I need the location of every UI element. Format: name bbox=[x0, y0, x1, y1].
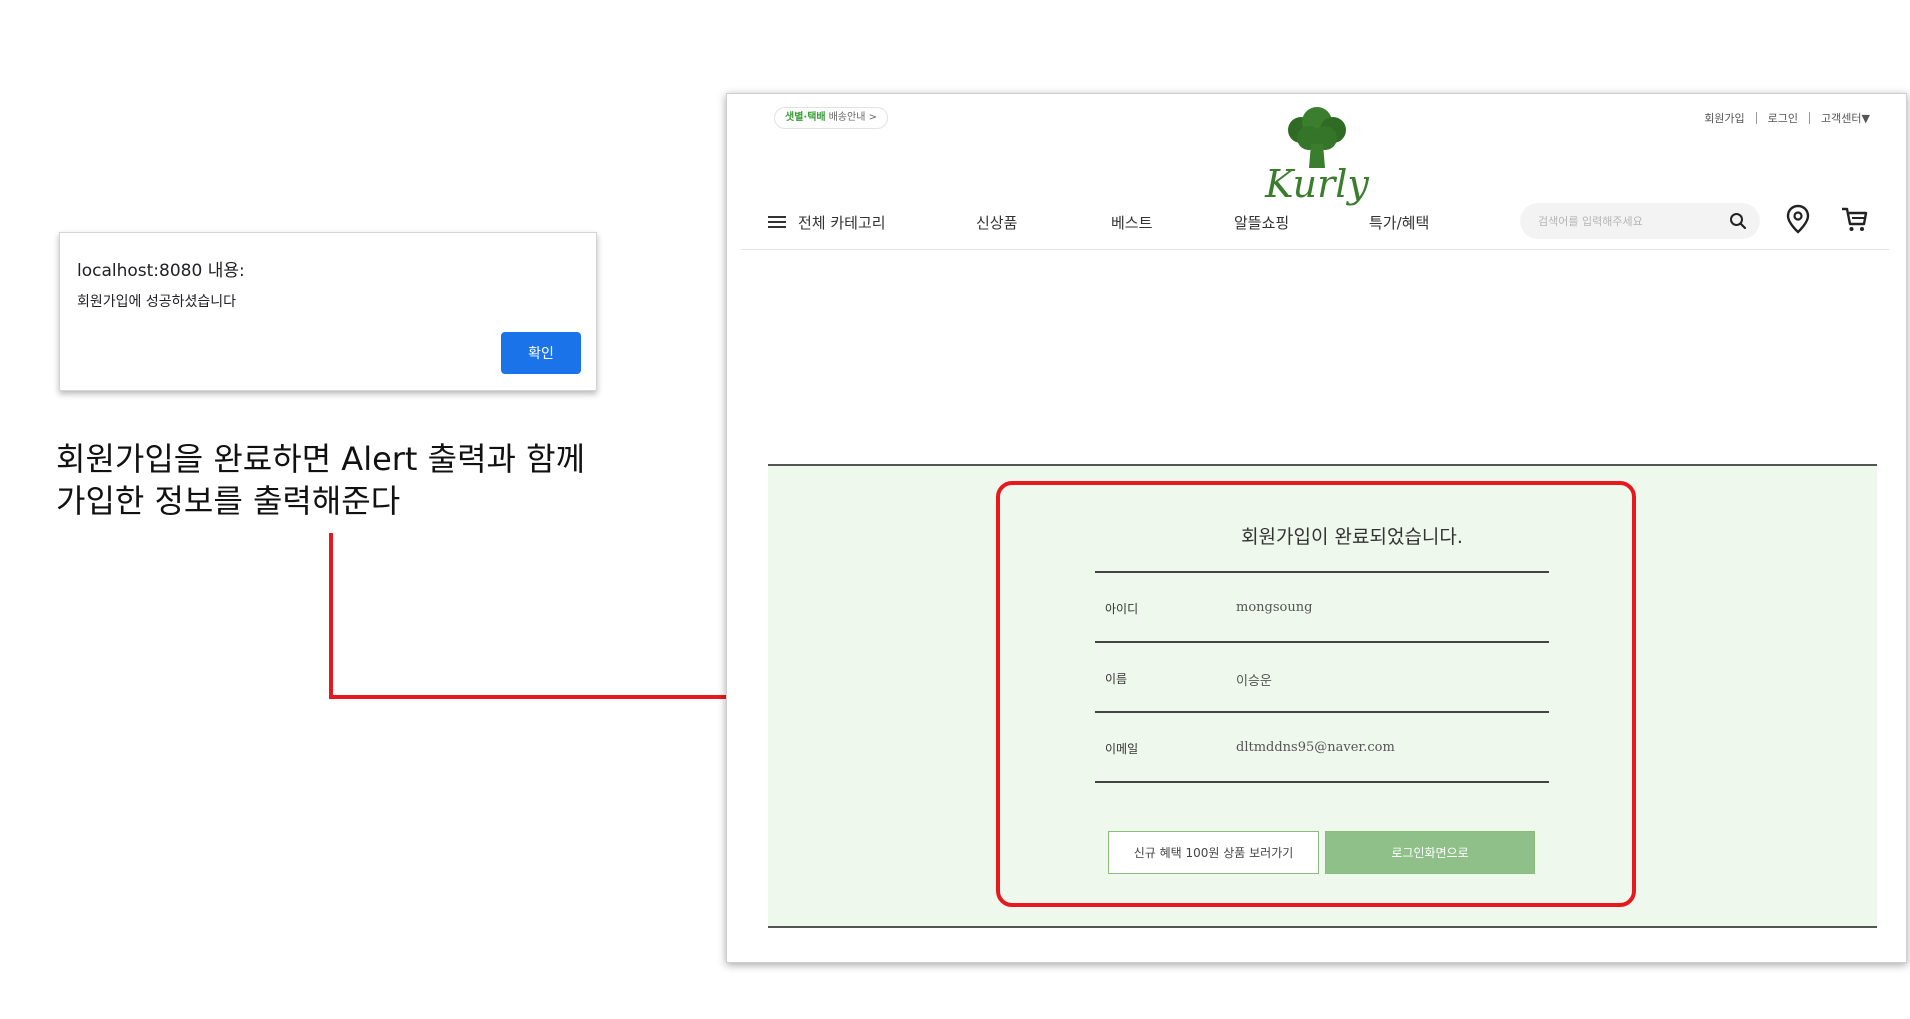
alert-title: localhost:8080 내용: bbox=[77, 261, 245, 281]
search-input[interactable] bbox=[1520, 203, 1720, 239]
info-label: 이메일 bbox=[1105, 742, 1139, 756]
view-benefit-products-button[interactable]: 신규 혜택 100원 상품 보러가기 bbox=[1108, 831, 1319, 874]
gnb-best[interactable]: 베스트 bbox=[1111, 212, 1152, 233]
divider bbox=[1809, 112, 1811, 124]
delivery-info-badge[interactable]: 샛별·택배 배송안내 > bbox=[774, 107, 888, 129]
annotation-caption: 회원가입을 완료하면 Alert 출력과 함께 가입한 정보를 출력해준다 bbox=[56, 438, 716, 522]
info-label: 이름 bbox=[1105, 672, 1128, 686]
info-value: dltmddns95@naver.com bbox=[1236, 740, 1395, 755]
gnb-new-products[interactable]: 신상품 bbox=[976, 212, 1017, 233]
cart-icon[interactable] bbox=[1839, 204, 1869, 234]
alert-ok-button[interactable]: 확인 bbox=[501, 332, 581, 374]
member-info-table: 아이디 mongsoung 이름 이승운 이메일 dltmddns95@nave… bbox=[1095, 571, 1549, 783]
info-row-name: 이름 이승운 bbox=[1095, 643, 1549, 713]
info-row-email: 이메일 dltmddns95@naver.com bbox=[1095, 713, 1549, 783]
go-to-login-button[interactable]: 로그인화면으로 bbox=[1325, 831, 1535, 874]
annotation-line-1: 회원가입을 완료하면 Alert 출력과 함께 bbox=[56, 440, 586, 478]
utility-nav: 회원가입 로그인 고객센터▼ bbox=[1704, 110, 1870, 126]
kurly-page-screenshot: 샛별·택배 배송안내 > 회원가입 로그인 고객센터▼ Kurly 전체 카테고리… bbox=[726, 93, 1907, 963]
info-row-id: 아이디 mongsoung bbox=[1095, 573, 1549, 643]
gnb-special-deals[interactable]: 특가/혜택 bbox=[1369, 212, 1429, 233]
alert-dialog: localhost:8080 내용: 회원가입에 성공하셨습니다 확인 bbox=[59, 232, 597, 391]
info-label: 아이디 bbox=[1105, 602, 1139, 616]
all-category-menu[interactable]: 전체 카테고리 bbox=[768, 212, 886, 233]
signup-complete-title: 회원가입이 완료되었습니다. bbox=[1241, 526, 1463, 548]
search-box bbox=[1520, 203, 1760, 239]
delivery-badge-emphasis: 샛별·택배 bbox=[785, 112, 826, 123]
info-value: mongsoung bbox=[1236, 600, 1313, 615]
signup-link[interactable]: 회원가입 bbox=[1704, 110, 1744, 126]
divider bbox=[1755, 112, 1757, 124]
location-pin-icon[interactable] bbox=[1785, 204, 1811, 234]
hamburger-icon bbox=[768, 216, 786, 229]
annotation-line-2: 가입한 정보를 출력해준다 bbox=[56, 482, 401, 520]
alert-message: 회원가입에 성공하셨습니다 bbox=[77, 294, 237, 310]
login-link[interactable]: 로그인 bbox=[1768, 110, 1798, 126]
signup-complete-section: 회원가입이 완료되었습니다. 아이디 mongsoung 이름 이승운 이메일 … bbox=[768, 464, 1877, 928]
search-icon[interactable] bbox=[1729, 212, 1747, 230]
info-value: 이승운 bbox=[1236, 674, 1272, 689]
global-nav: 전체 카테고리 신상품 베스트 알뜰쇼핑 특가/혜택 bbox=[741, 199, 1889, 250]
all-category-label: 전체 카테고리 bbox=[798, 214, 886, 232]
customer-center-link[interactable]: 고객센터▼ bbox=[1821, 110, 1870, 126]
gnb-budget-shopping[interactable]: 알뜰쇼핑 bbox=[1234, 212, 1289, 233]
delivery-badge-text: 배송안내 > bbox=[828, 112, 877, 123]
